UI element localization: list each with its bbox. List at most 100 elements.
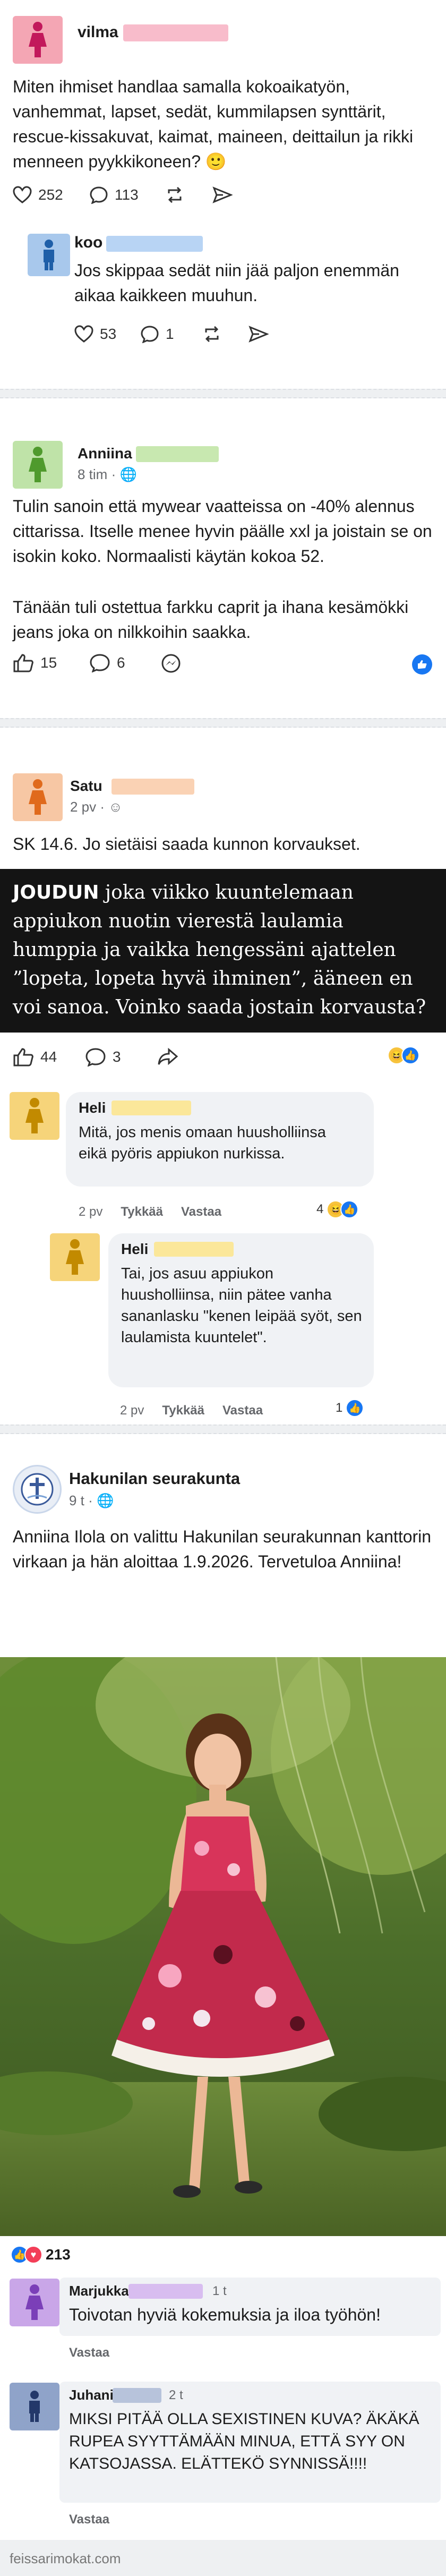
avatar[interactable]	[28, 234, 70, 276]
like-reaction-icon: 👍	[340, 1200, 359, 1218]
post-text: Miten ihmiset handlaa samalla kokoaikaty…	[13, 77, 414, 171]
like-link[interactable]: Tykkää	[121, 1205, 163, 1219]
share-button[interactable]	[248, 325, 269, 343]
repost-button[interactable]	[202, 325, 222, 343]
page-avatar[interactable]	[13, 1465, 62, 1514]
like-reaction-icon: 👍	[346, 1399, 364, 1417]
repost-button[interactable]	[165, 186, 185, 204]
like-reaction-icon: 👍	[401, 1046, 419, 1064]
post-text: Tulin sanoin että mywear vaatteissa on -…	[13, 497, 432, 566]
page-name[interactable]: Hakunilan seurakunta	[69, 1469, 240, 1488]
reaction-count: 1	[336, 1401, 343, 1415]
comment-button[interactable]: 6	[89, 653, 125, 672]
like-reaction-icon[interactable]	[412, 654, 432, 675]
comment-button[interactable]: 1	[140, 325, 174, 343]
like-count: 53	[100, 326, 117, 342]
avatar[interactable]	[10, 2383, 59, 2430]
redacted-name	[123, 24, 228, 41]
reaction-summary[interactable]: 😆 👍	[388, 1046, 430, 1068]
avatar[interactable]	[10, 1092, 59, 1140]
send-icon	[248, 326, 269, 343]
comment-author[interactable]: Juhani	[69, 2387, 114, 2403]
redacted-name	[136, 446, 219, 462]
comment-author[interactable]: Heli	[121, 1241, 148, 1258]
post-photo[interactable]	[0, 1657, 446, 2236]
reply-link[interactable]: Vastaa	[222, 1403, 263, 1418]
parish-logo-icon	[21, 1473, 54, 1506]
heart-icon	[74, 325, 93, 343]
like-button[interactable]: 252	[13, 186, 63, 204]
comment-bubble: Juhani 2 t MIKSI PITÄÄ OLLA SEXISTINEN K…	[59, 2382, 441, 2503]
avatar[interactable]	[13, 441, 63, 489]
avatar[interactable]	[50, 1233, 100, 1281]
comment-time: 2 pv	[79, 1205, 103, 1219]
reaction-summary[interactable]: 👍 ♥ 213	[11, 2246, 71, 2264]
redacted-name	[113, 2388, 161, 2403]
author-name[interactable]: vilma	[78, 23, 118, 41]
messenger-button[interactable]	[160, 653, 182, 673]
post-time[interactable]: 9 t · 🌐	[69, 1492, 114, 1509]
like-count: 15	[40, 654, 57, 671]
comment-bubble: Heli Mitä, jos menis omaan huusholliinsa…	[66, 1092, 374, 1187]
comment-count: 6	[117, 654, 125, 671]
post-text: Anniina Ilola on valittu Hakunilan seura…	[13, 1527, 432, 1571]
comment-button[interactable]: 3	[85, 1047, 121, 1067]
like-count: 44	[40, 1048, 57, 1065]
post-separator	[0, 1425, 446, 1434]
redacted-name	[154, 1242, 234, 1257]
comment-time: 2 pv	[120, 1403, 144, 1418]
thumbs-up-icon	[13, 1048, 33, 1067]
comment-icon	[85, 1048, 106, 1067]
like-count: 252	[38, 186, 63, 203]
comment-author[interactable]: Heli	[79, 1099, 106, 1116]
comment-bubble: Marjukka 1 t Toivotan hyviä kokemuksia j…	[59, 2278, 441, 2336]
redacted-name	[128, 2284, 203, 2299]
comment-author[interactable]: Marjukka	[69, 2283, 129, 2299]
share-button[interactable]	[212, 186, 233, 204]
share-icon	[158, 1047, 178, 1065]
reply-link[interactable]: Vastaa	[69, 2512, 109, 2527]
like-button[interactable]: 15	[13, 653, 57, 672]
avatar[interactable]	[13, 773, 63, 821]
redacted-name	[112, 1101, 191, 1115]
author-name[interactable]: Anniina	[78, 445, 132, 462]
comment-reactions[interactable]: 1 👍	[336, 1399, 364, 1417]
comment-time: 1 t	[212, 2284, 227, 2298]
person-female-icon	[25, 2284, 44, 2320]
comment-text: MIKSI PITÄÄ OLLA SEXISTINEN KUVA? ÄKÄKÄ …	[69, 2410, 419, 2472]
heart-icon	[13, 186, 32, 203]
post-time[interactable]: 8 tim · 🌐	[78, 466, 137, 483]
comment-button[interactable]: 113	[89, 186, 139, 204]
comment-icon	[141, 326, 159, 343]
quote-bold: JOUDUN	[13, 882, 99, 903]
avatar[interactable]	[10, 2279, 59, 2326]
author-name[interactable]: Satu	[70, 778, 102, 795]
reply-text: Jos skippaa sedät niin jää paljon enemmä…	[74, 261, 399, 305]
post-text-2: Tänään tuli ostettua farkku caprit ja ih…	[13, 598, 409, 642]
person-female-icon	[25, 1098, 44, 1133]
like-button[interactable]: 53	[74, 325, 116, 343]
post-anniina: Anniina 8 tim · 🌐 Tulin sanoin että mywe…	[0, 404, 446, 717]
post-separator	[0, 389, 446, 398]
like-button[interactable]: 44	[13, 1047, 57, 1067]
reply-link[interactable]: Vastaa	[181, 1205, 221, 1219]
like-link[interactable]: Tykkää	[162, 1403, 204, 1418]
avatar[interactable]	[13, 16, 63, 64]
comment-count: 1	[166, 326, 174, 342]
share-button[interactable]	[157, 1047, 178, 1067]
reaction-count: 213	[46, 2246, 71, 2263]
person-female-icon	[29, 22, 47, 57]
post-vilma: vilma Miten ihmiset handlaa samalla koko…	[0, 0, 446, 388]
watermark-text: feissarimokat.com	[10, 2551, 121, 2566]
reply-author[interactable]: koo	[74, 234, 102, 252]
post-time[interactable]: 2 pv · ☺	[70, 799, 123, 815]
person-female-icon	[29, 779, 47, 815]
comment-text: Toivotan hyviä kokemuksia ja iloa työhön…	[69, 2305, 381, 2324]
reply-link[interactable]: Vastaa	[69, 2345, 109, 2360]
comment-actions: 2 pv Tykkää Vastaa	[120, 1403, 263, 1418]
person-male-icon	[44, 240, 54, 270]
comment-reactions[interactable]: 4 😆 👍	[316, 1200, 359, 1218]
reaction-count: 4	[316, 1202, 324, 1216]
woman-in-floral-dress-photo	[0, 1657, 446, 2236]
redacted-name	[112, 779, 194, 795]
